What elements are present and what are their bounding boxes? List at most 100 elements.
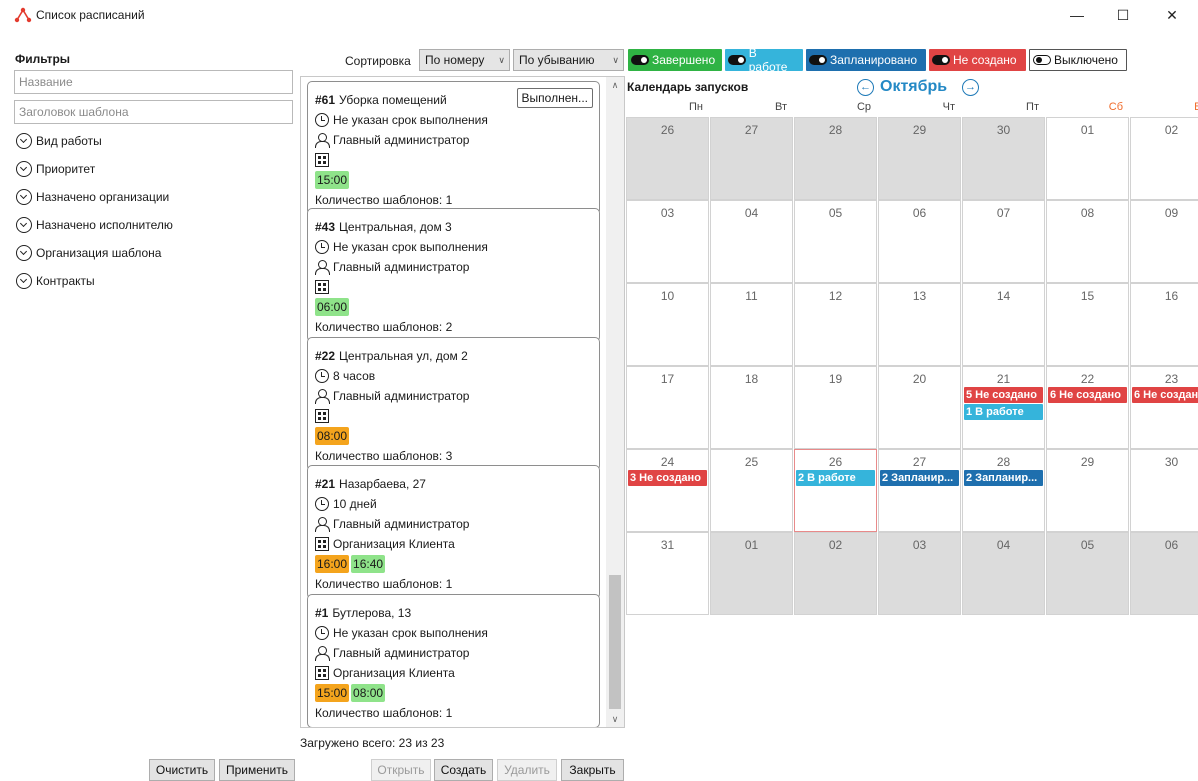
calendar-day[interactable]: 04 xyxy=(962,532,1045,615)
minimize-button[interactable]: — xyxy=(1054,0,1100,30)
chevron-down-circle-icon[interactable] xyxy=(16,273,32,289)
card-status-button[interactable]: Выполнен... xyxy=(516,88,593,108)
calendar-day[interactable]: 15 xyxy=(1046,283,1129,366)
toggle-icon[interactable] xyxy=(631,55,649,65)
list-scrollbar[interactable]: ∧ ∨ xyxy=(606,77,624,727)
schedule-card[interactable]: #1 Бутлерова, 13 Не указан срок выполнения… xyxy=(307,594,600,727)
calendar-day[interactable]: 30 xyxy=(1130,449,1198,532)
calendar-day[interactable]: 31 xyxy=(626,532,709,615)
calendar-event[interactable]: 2 В работе xyxy=(796,470,875,486)
calendar-day[interactable]: 21 5 Не создано 1 В работе xyxy=(962,366,1045,449)
filter-group[interactable]: Вид работы xyxy=(16,130,102,152)
calendar-day[interactable]: 19 xyxy=(794,366,877,449)
filter-group[interactable]: Контракты xyxy=(16,270,95,292)
schedule-list[interactable]: #61 Уборка помещений Выполнен... Не указан … xyxy=(300,76,625,728)
legend-toggle[interactable]: Запланировано xyxy=(806,49,926,71)
filter-group[interactable]: Назначено исполнителю xyxy=(16,214,173,236)
scroll-thumb[interactable] xyxy=(609,575,621,709)
calendar-day[interactable]: 29 xyxy=(1046,449,1129,532)
schedule-card[interactable]: #22 Центральная ул, дом 2 8 часов Главный а… xyxy=(307,337,600,471)
calendar-day[interactable]: 23 6 Не создано xyxy=(1130,366,1198,449)
schedule-card[interactable]: #61 Уборка помещений Выполнен... Не указан … xyxy=(307,81,600,215)
calendar-day[interactable]: 01 xyxy=(1046,117,1129,200)
chevron-down-circle-icon[interactable] xyxy=(16,133,32,149)
arrow-right-circle-icon[interactable]: → xyxy=(962,79,979,96)
calendar-day[interactable]: 16 xyxy=(1130,283,1198,366)
calendar-day[interactable]: 20 xyxy=(878,366,961,449)
chevron-down-circle-icon[interactable] xyxy=(16,189,32,205)
calendar-day[interactable]: 27 xyxy=(710,117,793,200)
calendar-event[interactable]: 6 Не создано xyxy=(1048,387,1127,403)
calendar-day[interactable]: 02 xyxy=(794,532,877,615)
toggle-icon[interactable] xyxy=(728,55,746,65)
calendar-day[interactable]: 07 xyxy=(962,200,1045,283)
calendar-event[interactable]: 2 Запланир... xyxy=(880,470,959,486)
calendar-day[interactable]: 27 2 Запланир... xyxy=(878,449,961,532)
toggle-icon[interactable] xyxy=(932,55,950,65)
close-window-button[interactable]: ✕ xyxy=(1146,0,1198,30)
calendar-day[interactable]: 01 xyxy=(710,532,793,615)
calendar-event[interactable]: 3 Не создано xyxy=(628,470,707,486)
calendar-event[interactable]: 1 В работе xyxy=(964,404,1043,420)
clear-filters-button[interactable]: Очистить xyxy=(149,759,215,781)
toggle-icon[interactable] xyxy=(809,55,827,65)
legend-toggle[interactable]: В работе xyxy=(725,46,803,74)
calendar-day[interactable]: 08 xyxy=(1046,200,1129,283)
calendar-day[interactable]: 04 xyxy=(710,200,793,283)
calendar-day[interactable]: 26 2 В работе xyxy=(794,449,877,532)
create-button[interactable]: Создать xyxy=(434,759,493,781)
calendar-day[interactable]: 05 xyxy=(1046,532,1129,615)
legend-toggle[interactable]: Завершено xyxy=(628,49,722,71)
calendar-day[interactable]: 10 xyxy=(626,283,709,366)
calendar-event[interactable]: 6 Не создано xyxy=(1132,387,1198,403)
calendar-day[interactable]: 25 xyxy=(710,449,793,532)
organization-row xyxy=(315,150,592,170)
calendar-event[interactable]: 2 Запланир... xyxy=(964,470,1043,486)
calendar-day[interactable]: 06 xyxy=(878,200,961,283)
calendar-day[interactable]: 05 xyxy=(794,200,877,283)
calendar-day[interactable]: 17 xyxy=(626,366,709,449)
calendar-day[interactable]: 28 2 Запланир... xyxy=(962,449,1045,532)
filter-group[interactable]: Организация шаблона xyxy=(16,242,161,264)
toggle-icon[interactable] xyxy=(1033,55,1051,65)
chevron-down-circle-icon[interactable] xyxy=(16,161,32,177)
schedule-card[interactable]: #43 Центральная, дом 3 Не указан срок выпо… xyxy=(307,208,600,342)
maximize-button[interactable]: ☐ xyxy=(1100,0,1146,30)
day-number: 08 xyxy=(1080,206,1095,220)
calendar-day[interactable]: 24 3 Не создано xyxy=(626,449,709,532)
filter-group[interactable]: Назначено организации xyxy=(16,186,169,208)
name-filter-input[interactable] xyxy=(14,70,293,94)
delete-button[interactable]: Удалить xyxy=(497,759,557,781)
calendar-day[interactable]: 03 xyxy=(626,200,709,283)
calendar-day[interactable]: 29 xyxy=(878,117,961,200)
calendar-day[interactable]: 13 xyxy=(878,283,961,366)
calendar-day[interactable]: 03 xyxy=(878,532,961,615)
schedule-card[interactable]: #21 Назарбаева, 27 10 дней Главный админист… xyxy=(307,465,600,599)
scroll-up-icon[interactable]: ∧ xyxy=(606,77,624,93)
calendar-day[interactable]: 28 xyxy=(794,117,877,200)
calendar-day[interactable]: 22 6 Не создано xyxy=(1046,366,1129,449)
open-button[interactable]: Открыть xyxy=(371,759,431,781)
calendar-day[interactable]: 02 xyxy=(1130,117,1198,200)
calendar-day[interactable]: 14 xyxy=(962,283,1045,366)
sort-field-select[interactable]: По номеру ∨ xyxy=(419,49,510,71)
calendar-day[interactable]: 30 xyxy=(962,117,1045,200)
legend-toggle[interactable]: Не создано xyxy=(929,49,1026,71)
calendar-day[interactable]: 12 xyxy=(794,283,877,366)
scroll-down-icon[interactable]: ∨ xyxy=(606,711,624,727)
template-title-filter-input[interactable] xyxy=(14,100,293,124)
calendar-day[interactable]: 11 xyxy=(710,283,793,366)
calendar-day[interactable]: 18 xyxy=(710,366,793,449)
calendar-day[interactable]: 26 xyxy=(626,117,709,200)
chevron-down-circle-icon[interactable] xyxy=(16,217,32,233)
apply-filters-button[interactable]: Применить xyxy=(219,759,295,781)
filter-group[interactable]: Приоритет xyxy=(16,158,95,180)
calendar-day[interactable]: 09 xyxy=(1130,200,1198,283)
chevron-down-circle-icon[interactable] xyxy=(16,245,32,261)
legend-toggle[interactable]: Выключено xyxy=(1029,49,1127,71)
arrow-left-circle-icon[interactable]: ← xyxy=(857,79,874,96)
sort-order-select[interactable]: По убыванию ∨ xyxy=(513,49,624,71)
calendar-day[interactable]: 06 xyxy=(1130,532,1198,615)
calendar-event[interactable]: 5 Не создано xyxy=(964,387,1043,403)
close-button[interactable]: Закрыть xyxy=(561,759,624,781)
